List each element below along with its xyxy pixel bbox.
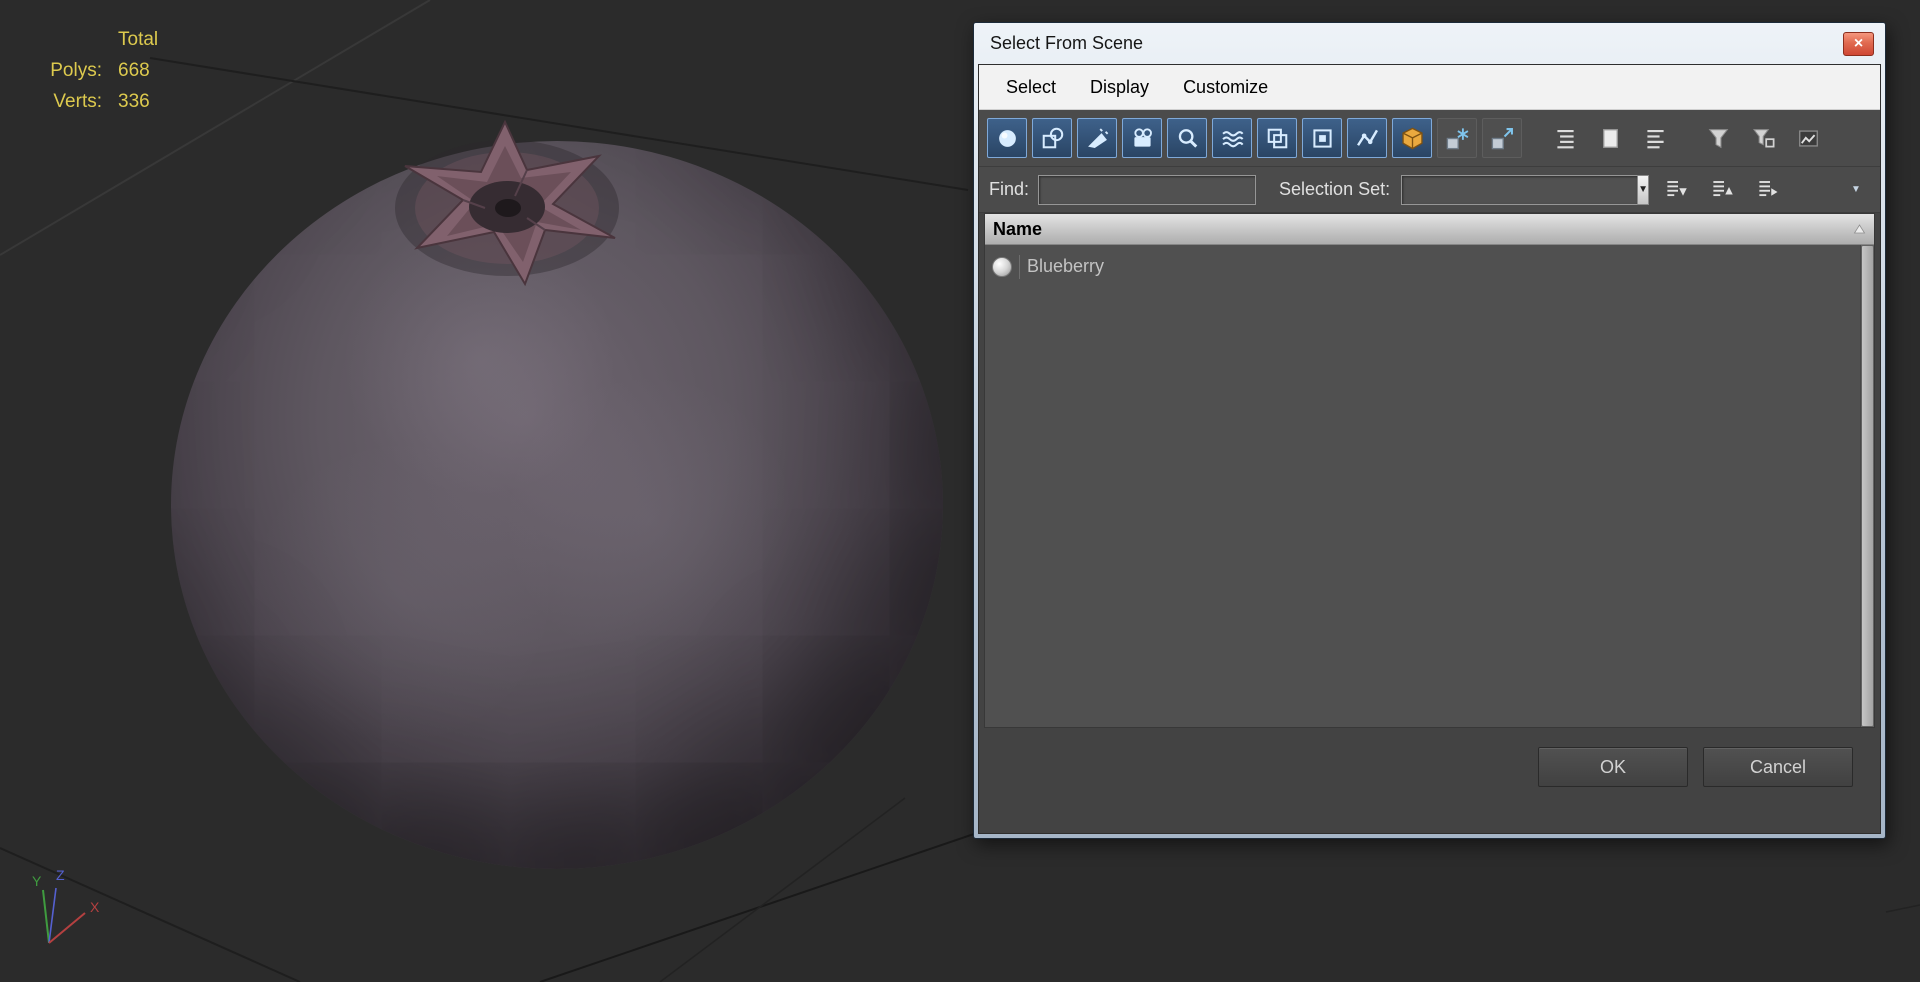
filter-button[interactable] bbox=[1698, 118, 1738, 158]
custom-filter-button[interactable] bbox=[1788, 118, 1828, 158]
display-xrefs-button[interactable] bbox=[1302, 118, 1342, 158]
display-frozen-objects-icon bbox=[1446, 127, 1468, 149]
subtract-from-named-set-button[interactable] bbox=[1703, 172, 1740, 208]
list-arrow-up-icon bbox=[1713, 181, 1733, 197]
stats-verts-label: Verts: bbox=[53, 91, 102, 112]
add-to-named-set-button[interactable] bbox=[1657, 172, 1694, 208]
display-groups-icon bbox=[1267, 128, 1287, 148]
display-lights-icon bbox=[1087, 127, 1108, 148]
display-helpers-button[interactable] bbox=[1167, 118, 1207, 158]
display-bones-icon bbox=[1356, 129, 1378, 146]
axis-y-label: Y bbox=[32, 873, 42, 889]
geometry-sphere-icon bbox=[992, 256, 1012, 277]
advanced-filter-icon bbox=[1752, 128, 1775, 147]
chevron-down-small-icon: ▼ bbox=[1851, 184, 1861, 195]
axis-z-label: Z bbox=[56, 867, 65, 883]
display-influences-button[interactable] bbox=[1590, 118, 1630, 158]
selection-set-input[interactable] bbox=[1401, 174, 1638, 205]
dialog-titlebar[interactable]: Select From Scene × bbox=[978, 23, 1881, 64]
display-frozen-objects-button[interactable] bbox=[1437, 118, 1477, 158]
close-icon: × bbox=[1853, 34, 1864, 52]
blueberry-calyx bbox=[395, 120, 619, 287]
display-shapes-button[interactable] bbox=[1032, 118, 1072, 158]
selection-set-combo: ▼ bbox=[1401, 174, 1650, 205]
display-space-warps-icon bbox=[1221, 130, 1243, 147]
display-xrefs-icon bbox=[1312, 128, 1332, 148]
display-cameras-button[interactable] bbox=[1122, 118, 1162, 158]
display-lights-button[interactable] bbox=[1077, 118, 1117, 158]
display-children-button[interactable] bbox=[1545, 118, 1585, 158]
list-body[interactable]: Blueberry bbox=[985, 245, 1874, 727]
display-children-icon bbox=[1556, 129, 1574, 148]
ok-button[interactable]: OK bbox=[1538, 747, 1688, 787]
sort-ascending-icon bbox=[1853, 224, 1866, 234]
list-item-blueberry[interactable]: Blueberry bbox=[985, 250, 1874, 283]
object-name-label: Blueberry bbox=[1027, 256, 1105, 276]
display-bones-button[interactable] bbox=[1347, 118, 1387, 158]
advanced-filter-button[interactable] bbox=[1743, 118, 1783, 158]
stats-polys-label: Polys: bbox=[50, 60, 102, 81]
display-hidden-objects-icon bbox=[1491, 127, 1513, 149]
cancel-button[interactable]: Cancel bbox=[1703, 747, 1853, 787]
display-geometry-button[interactable] bbox=[987, 118, 1027, 158]
menu-display[interactable]: Display bbox=[1073, 65, 1166, 109]
display-space-warps-button[interactable] bbox=[1212, 118, 1252, 158]
dialog-title: Select From Scene bbox=[990, 33, 1144, 53]
axis-tripod: Y Z X bbox=[32, 867, 100, 944]
select-from-scene-dialog: Select From Scene × Select Display Custo… bbox=[973, 22, 1886, 839]
list-header-name-column[interactable]: Name bbox=[985, 214, 1874, 245]
stats-spacer bbox=[24, 24, 102, 55]
stats-verts-value: 336 bbox=[118, 91, 150, 112]
display-dependents-icon bbox=[1646, 129, 1664, 148]
name-column-label: Name bbox=[993, 218, 1043, 239]
display-dependents-button[interactable] bbox=[1635, 118, 1675, 158]
list-arrow-down-icon bbox=[1667, 181, 1687, 197]
close-button[interactable]: × bbox=[1843, 31, 1874, 56]
display-shapes-icon bbox=[1042, 127, 1063, 148]
display-groups-button[interactable] bbox=[1257, 118, 1297, 158]
display-hidden-objects-button[interactable] bbox=[1482, 118, 1522, 158]
vertical-scrollbar[interactable] bbox=[1860, 245, 1874, 727]
display-influences-icon bbox=[1602, 128, 1618, 148]
axis-x-label: X bbox=[90, 899, 100, 915]
find-input[interactable] bbox=[1038, 174, 1257, 205]
toolbar-separator bbox=[1527, 118, 1540, 158]
scene-object-list: Name Blueberry bbox=[984, 213, 1875, 728]
filter-icon bbox=[1708, 128, 1728, 148]
select-objects-in-set-button[interactable] bbox=[1749, 172, 1786, 208]
row-divider bbox=[1019, 254, 1020, 279]
selection-set-label: Selection Set: bbox=[1279, 179, 1391, 199]
dialog-toolbar bbox=[979, 110, 1880, 167]
list-arrow-right-icon bbox=[1759, 181, 1778, 197]
selection-set-dropdown-button[interactable]: ▼ bbox=[1637, 174, 1650, 205]
display-helpers-icon bbox=[1178, 128, 1197, 148]
menu-select[interactable]: Select bbox=[989, 65, 1073, 109]
blueberry-model[interactable] bbox=[171, 120, 943, 869]
find-row: Find: Selection Set: ▼ ▼ bbox=[979, 167, 1880, 213]
custom-filter-icon bbox=[1798, 129, 1818, 147]
scrollbar-thumb[interactable] bbox=[1862, 246, 1873, 726]
dialog-body: Select Display Customize Find: Selection… bbox=[978, 64, 1881, 834]
column-options-button[interactable]: ▼ bbox=[1842, 180, 1870, 200]
dialog-footer: OK Cancel bbox=[979, 734, 1880, 833]
stats-polys-value: 668 bbox=[118, 60, 150, 81]
dialog-menubar: Select Display Customize bbox=[979, 65, 1880, 110]
display-containers-button[interactable] bbox=[1392, 118, 1432, 158]
viewport-statistics: Total Polys: 668 Verts: 336 bbox=[24, 24, 158, 117]
display-cameras-icon bbox=[1133, 127, 1152, 147]
chevron-down-icon: ▼ bbox=[1638, 184, 1649, 195]
display-geometry-icon bbox=[998, 129, 1016, 147]
toolbar-separator bbox=[1680, 118, 1693, 158]
display-containers-icon bbox=[1401, 127, 1423, 149]
menu-customize[interactable]: Customize bbox=[1166, 65, 1285, 109]
stats-header: Total bbox=[118, 29, 159, 50]
find-label: Find: bbox=[989, 179, 1030, 199]
